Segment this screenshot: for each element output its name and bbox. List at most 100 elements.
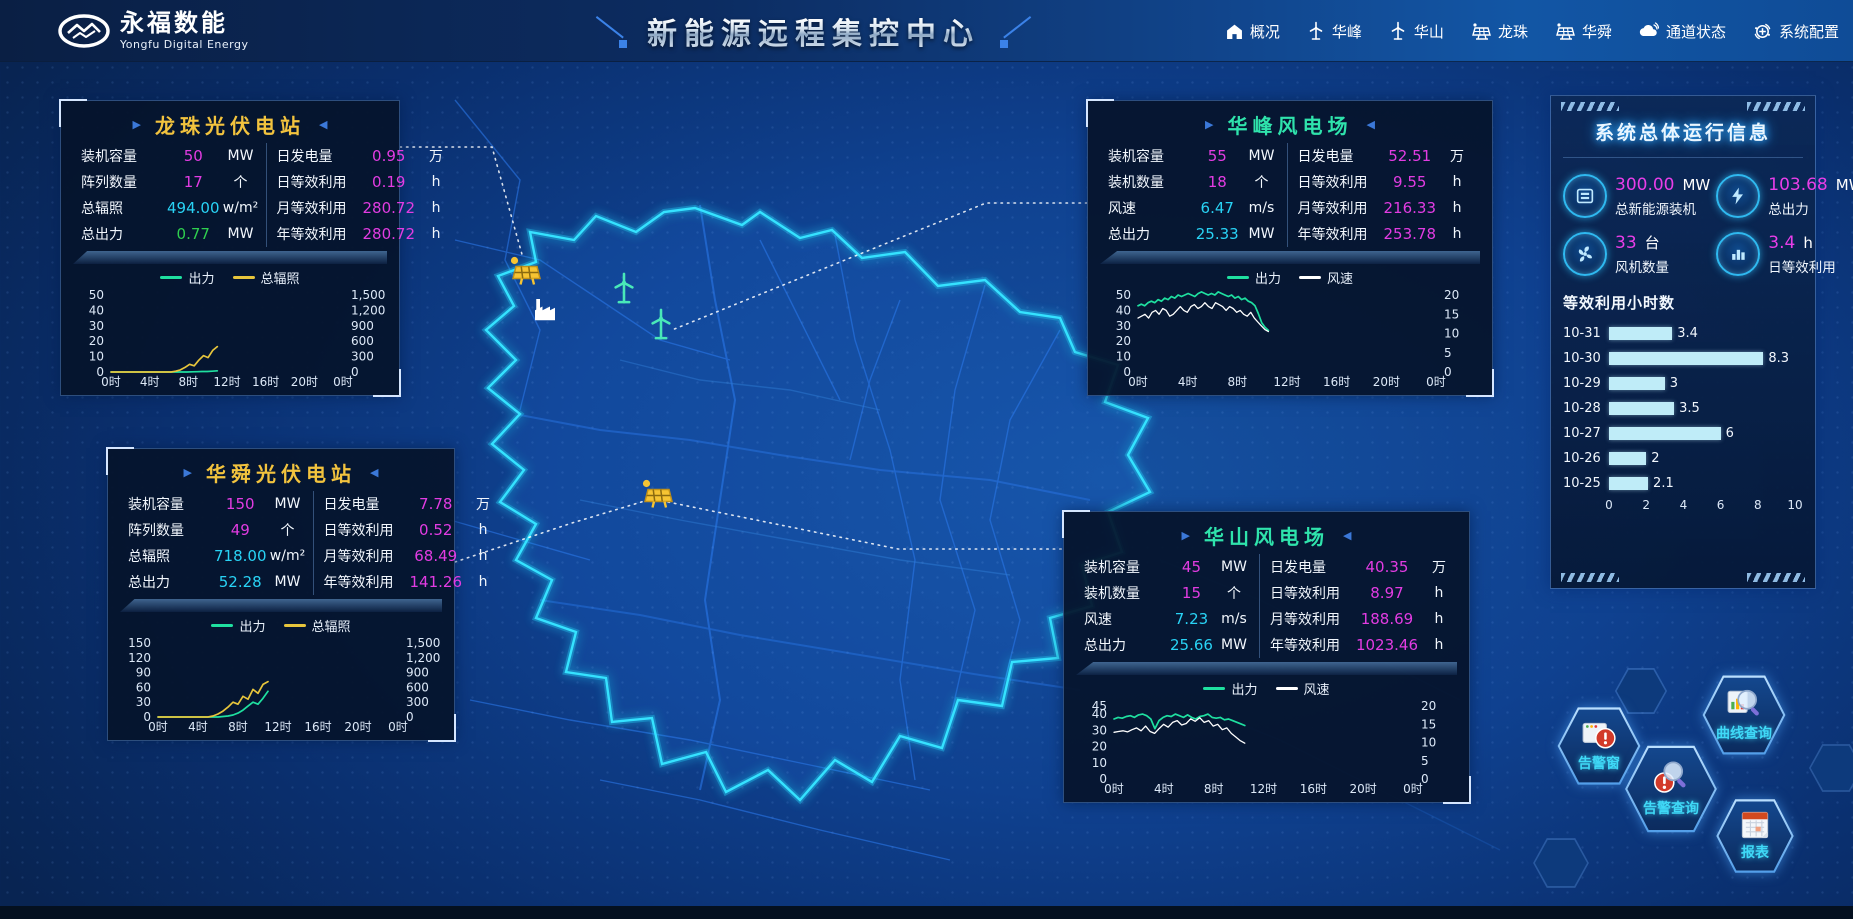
svg-text:30: 30	[136, 695, 151, 709]
nav-item-longzhu[interactable]: 龙珠	[1471, 21, 1528, 42]
svg-text:40: 40	[1116, 303, 1131, 317]
svg-text:60: 60	[136, 680, 151, 694]
stat-unit: MW	[1241, 226, 1283, 242]
nav-item-huashan[interactable]: 华山	[1389, 21, 1444, 42]
bar-row: 10-276	[1563, 421, 1803, 446]
svg-text:20: 20	[1116, 334, 1131, 348]
legend-item[interactable]: 总辐照	[284, 616, 351, 635]
station-title-text: 龙珠光伏电站	[155, 110, 305, 139]
svg-text:8时: 8时	[1204, 782, 1224, 796]
stat-label: 总辐照	[128, 546, 214, 566]
report-icon	[1739, 810, 1771, 840]
legend-item[interactable]: 总辐照	[233, 268, 300, 287]
nav-item-channel-status[interactable]: 通道状态	[1639, 21, 1726, 42]
solar-station-marker[interactable]	[506, 253, 544, 293]
stat-row: 年等效利用 280.72 h	[267, 221, 462, 247]
wind-turbine-marker[interactable]	[608, 270, 640, 310]
solar-station-marker[interactable]	[638, 476, 676, 516]
station-panel-huashun: ▶ 华舜光伏电站 ◀ 装机容量 150 MW 阵列数量 49 个 总辐照 718…	[107, 448, 455, 741]
solar-install-icon	[1563, 174, 1607, 218]
stat-label: 阵列数量	[81, 172, 167, 192]
triangle-right-icon: ▶	[1182, 529, 1190, 542]
stat-row: 阵列数量 17 个	[71, 169, 266, 195]
report-button[interactable]: 报表	[1712, 796, 1798, 876]
utilization-chart-title: 等效利用小时数	[1563, 292, 1803, 313]
stat-value: 17	[167, 173, 220, 191]
stat-label: 年等效利用	[1298, 224, 1384, 244]
bar-row: 10-252.1	[1563, 471, 1803, 496]
stat-row: 装机数量 15 个	[1074, 580, 1259, 606]
stat-unit: h	[1436, 200, 1478, 216]
quick-action-label: 告警查询	[1643, 798, 1699, 818]
svg-text:900: 900	[351, 319, 374, 333]
stat-row: 月等效利用 280.72 h	[267, 195, 462, 221]
stat-row: 日发电量 40.35 万	[1260, 554, 1464, 580]
legend-item[interactable]: 出力	[160, 268, 214, 287]
svg-text:12时: 12时	[213, 375, 240, 389]
stat-label: 日发电量	[1270, 557, 1356, 577]
stat-value: 52.51	[1384, 147, 1437, 165]
svg-text:1,200: 1,200	[406, 651, 440, 665]
stat-value: 0.52	[410, 521, 463, 539]
triangle-right-icon: ▶	[133, 118, 141, 131]
stat-row: 月等效利用 68.49 h	[314, 543, 509, 569]
svg-text:1,200: 1,200	[351, 303, 385, 317]
stat-row: 装机容量 50 MW	[71, 143, 266, 169]
svg-text:300: 300	[406, 695, 429, 709]
stat-unit: h	[462, 522, 504, 538]
stat-value: 6.47	[1194, 199, 1241, 217]
huashan-output-chart: 45403020100201510500时4时8时12时16时20时0时	[1074, 698, 1459, 796]
svg-text:0时: 0时	[1403, 782, 1423, 796]
settings-icon	[1753, 22, 1772, 41]
legend-item[interactable]: 出力	[1227, 268, 1281, 287]
nav-item-huashun[interactable]: 华舜	[1555, 21, 1612, 42]
solar-panel-icon	[1471, 22, 1491, 41]
stat-row: 日发电量 52.51 万	[1288, 143, 1483, 169]
nav-item-overview[interactable]: 概况	[1226, 21, 1280, 42]
stat-unit: h	[1418, 585, 1460, 601]
svg-text:0时: 0时	[388, 720, 408, 734]
svg-text:12时: 12时	[1250, 782, 1277, 796]
stat-unit: m/s	[1241, 200, 1283, 216]
wind-turbine-marker[interactable]	[645, 306, 677, 346]
station-title: ▶ 华舜光伏电站 ◀	[118, 455, 444, 489]
svg-text:10: 10	[1421, 736, 1436, 750]
alarm-query-button[interactable]: 告警查询	[1620, 742, 1722, 836]
stat-value: 15	[1170, 584, 1213, 602]
legend-item[interactable]: 出力	[211, 616, 265, 635]
stat-label: 装机数量	[1084, 583, 1170, 603]
svg-text:20: 20	[1444, 288, 1459, 302]
factory-marker[interactable]	[530, 294, 560, 328]
stat-unit: h	[1436, 174, 1478, 190]
hazard-stripe-decor	[1747, 102, 1805, 111]
huashun-output-chart: 15012090603001,5001,20090060030000时4时8时1…	[118, 635, 444, 734]
nav-label: 龙珠	[1498, 21, 1528, 42]
metric-label: 风机数量	[1615, 256, 1669, 276]
stat-label: 总出力	[1108, 224, 1194, 244]
legend-item[interactable]: 出力	[1203, 679, 1257, 698]
logo-name-en: Yongfu Digital Energy	[120, 38, 248, 51]
page-title: 新能源远程集控中心	[647, 9, 980, 53]
metric-unit: MW	[1682, 176, 1710, 194]
nav-item-system-config[interactable]: 系统配置	[1753, 21, 1839, 42]
station-panel-huashan: ▶ 华山风电场 ◀ 装机容量 45 MW 装机数量 15 个 风速 7.23 m…	[1063, 511, 1470, 803]
nav-label: 系统配置	[1779, 21, 1839, 42]
metric-value: 33	[1615, 233, 1637, 253]
stat-value: 18	[1194, 173, 1241, 191]
stat-row: 日发电量 0.95 万	[267, 143, 462, 169]
metric-value: 3.4	[1768, 233, 1795, 253]
stat-row: 日发电量 7.78 万	[314, 491, 509, 517]
stat-unit: h	[462, 574, 504, 590]
stat-value: 52.28	[214, 573, 267, 591]
stat-label: 日等效利用	[324, 520, 410, 540]
stat-label: 日发电量	[324, 494, 410, 514]
stat-unit: MW	[267, 496, 309, 512]
legend-item[interactable]: 风速	[1276, 679, 1330, 698]
stat-value: 0.77	[167, 225, 220, 243]
legend-item[interactable]: 风速	[1299, 268, 1353, 287]
stat-value: 1023.46	[1356, 636, 1418, 654]
metric-label: 总新能源装机	[1615, 198, 1710, 218]
metric-value: 300.00	[1615, 175, 1674, 195]
bar-row: 10-308.3	[1563, 346, 1803, 371]
nav-item-huafeng[interactable]: 华峰	[1307, 21, 1362, 42]
